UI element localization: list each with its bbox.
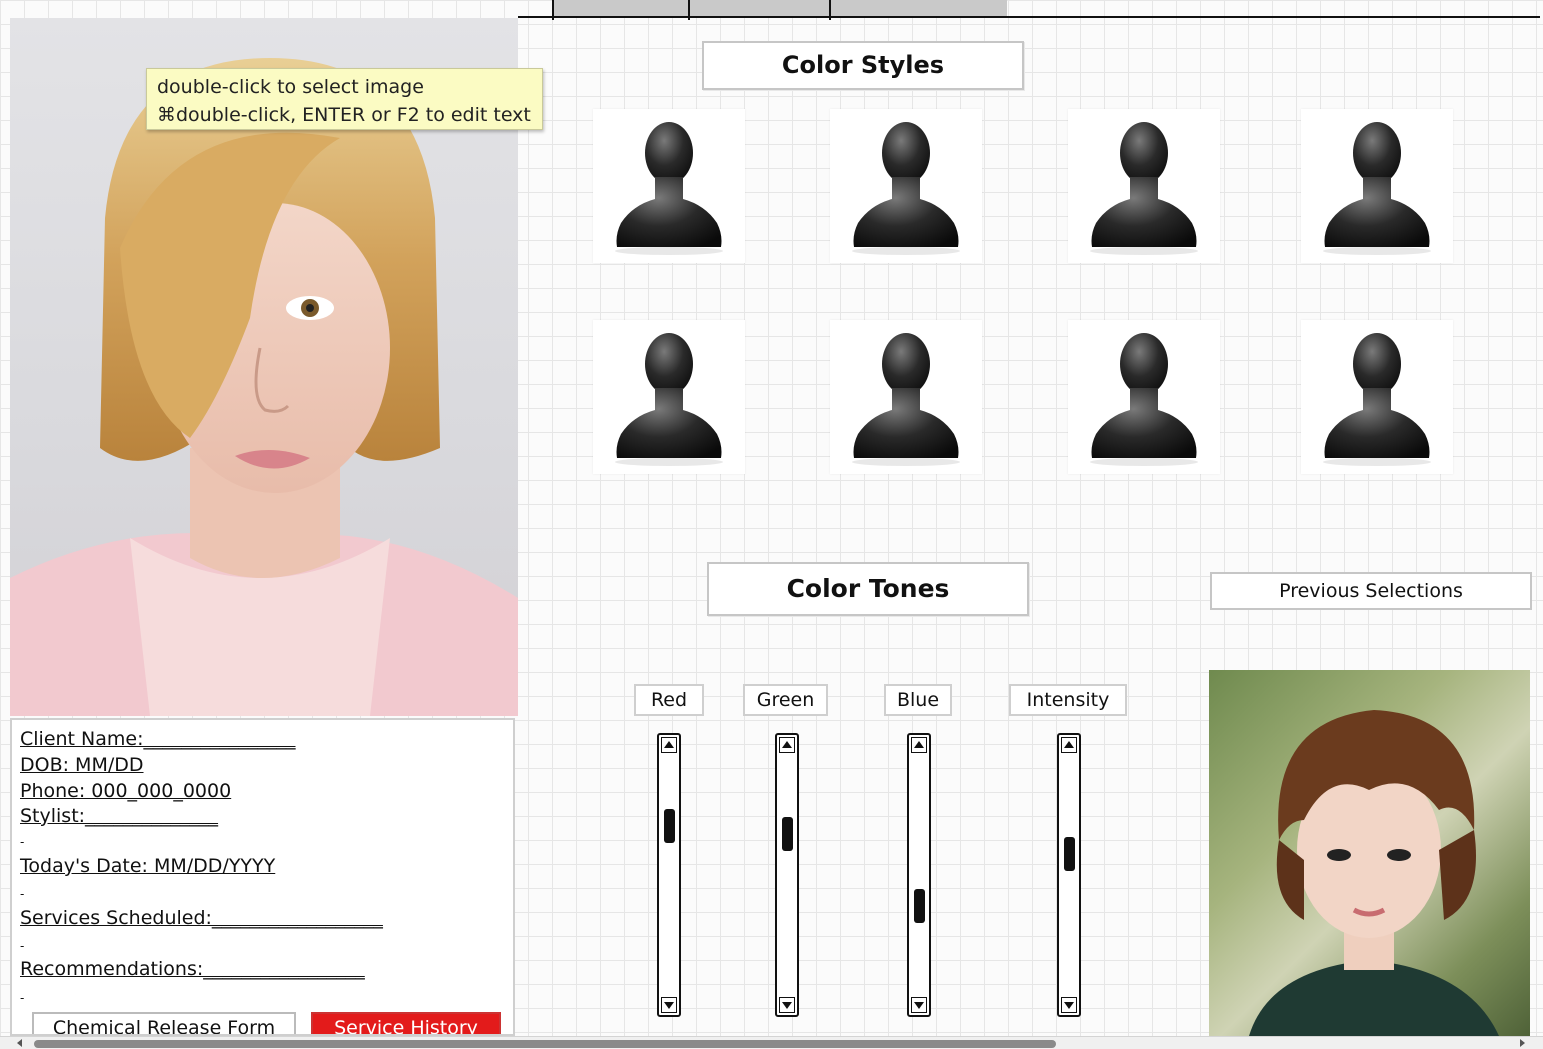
services-scheduled-field[interactable]: Services Scheduled:__________________ xyxy=(20,907,383,929)
slider-up-arrow-icon[interactable] xyxy=(911,737,927,753)
intensity-slider[interactable] xyxy=(1057,733,1081,1017)
red-slider-label: Red xyxy=(634,684,704,716)
slider-down-arrow-icon[interactable] xyxy=(661,997,677,1013)
color-style-thumbnail[interactable] xyxy=(1301,320,1453,474)
slider-track[interactable] xyxy=(918,755,920,995)
user-silhouette-icon xyxy=(1090,122,1198,255)
horizontal-scroll-thumb[interactable] xyxy=(34,1040,1056,1048)
user-silhouette-icon xyxy=(615,122,723,255)
color-tones-heading: Color Tones xyxy=(707,562,1029,616)
slider-track[interactable] xyxy=(786,755,788,995)
color-styles-heading: Color Styles xyxy=(702,41,1024,90)
intensity-slider-label: Intensity xyxy=(1009,684,1127,716)
slider-track[interactable] xyxy=(668,755,670,995)
slider-thumb[interactable] xyxy=(1064,837,1075,872)
horizontal-scrollbar[interactable] xyxy=(0,1036,1543,1049)
dob-field[interactable]: DOB: MM/DD xyxy=(20,754,144,776)
color-style-thumbnail[interactable] xyxy=(1068,320,1220,474)
form-separator: - xyxy=(20,835,25,849)
form-separator: - xyxy=(20,939,25,953)
user-silhouette-icon xyxy=(1323,122,1431,255)
scroll-right-arrow-icon[interactable] xyxy=(1520,1039,1525,1047)
slider-thumb[interactable] xyxy=(914,888,925,923)
slider-down-arrow-icon[interactable] xyxy=(911,997,927,1013)
slider-down-arrow-icon[interactable] xyxy=(779,997,795,1013)
todays-date-field[interactable]: Today's Date: MM/DD/YYYY xyxy=(20,855,275,877)
scroll-left-arrow-icon[interactable] xyxy=(17,1039,22,1047)
slider-up-arrow-icon[interactable] xyxy=(661,737,677,753)
edit-hint-tooltip: double-click to select image ⌘double-cli… xyxy=(146,68,543,130)
red-slider[interactable] xyxy=(657,733,681,1017)
blue-slider-label: Blue xyxy=(884,684,952,716)
blue-slider[interactable] xyxy=(907,733,931,1017)
user-silhouette-icon xyxy=(852,122,960,255)
tab-strip-baseline xyxy=(518,16,1540,18)
tooltip-line-select: double-click to select image xyxy=(157,76,424,98)
color-style-thumbnail[interactable] xyxy=(593,109,745,263)
previous-selection-illustration xyxy=(1249,710,1499,1036)
slider-up-arrow-icon[interactable] xyxy=(1061,737,1077,753)
previous-selection-photo[interactable] xyxy=(1209,670,1530,1036)
color-style-thumbnail[interactable] xyxy=(593,320,745,474)
color-style-thumbnail[interactable] xyxy=(830,320,982,474)
color-style-thumbnail[interactable] xyxy=(1068,109,1220,263)
form-separator: - xyxy=(20,991,25,1005)
slider-thumb[interactable] xyxy=(782,816,793,851)
client-info-form: Client Name:________________ DOB: MM/DD … xyxy=(10,718,515,1036)
service-history-button[interactable]: Service History xyxy=(311,1012,501,1034)
color-style-thumbnail[interactable] xyxy=(830,109,982,263)
user-silhouette-icon xyxy=(1323,333,1431,466)
client-name-field[interactable]: Client Name:________________ xyxy=(20,728,296,750)
tooltip-line-edit: ⌘double-click, ENTER or F2 to edit text xyxy=(157,104,531,126)
slider-down-arrow-icon[interactable] xyxy=(1061,997,1077,1013)
user-silhouette-icon xyxy=(615,333,723,466)
tab-strip-fill xyxy=(552,0,1007,16)
chemical-release-form-button[interactable]: Chemical Release Form xyxy=(32,1012,296,1034)
slider-up-arrow-icon[interactable] xyxy=(779,737,795,753)
stylist-field[interactable]: Stylist:______________ xyxy=(20,805,218,827)
slider-track[interactable] xyxy=(1068,755,1070,995)
form-separator: - xyxy=(20,887,25,901)
top-tab-strip xyxy=(518,0,1540,20)
green-slider[interactable] xyxy=(775,733,799,1017)
color-style-thumbnail[interactable] xyxy=(1301,109,1453,263)
user-silhouette-icon xyxy=(1090,333,1198,466)
previous-selections-button[interactable]: Previous Selections xyxy=(1210,572,1532,610)
green-slider-label: Green xyxy=(743,684,828,716)
user-silhouette-icon xyxy=(852,333,960,466)
phone-field[interactable]: Phone: 000_000_0000 xyxy=(20,780,231,802)
slider-thumb[interactable] xyxy=(664,808,675,843)
recommendations-field[interactable]: Recommendations:_________________ xyxy=(20,958,365,980)
